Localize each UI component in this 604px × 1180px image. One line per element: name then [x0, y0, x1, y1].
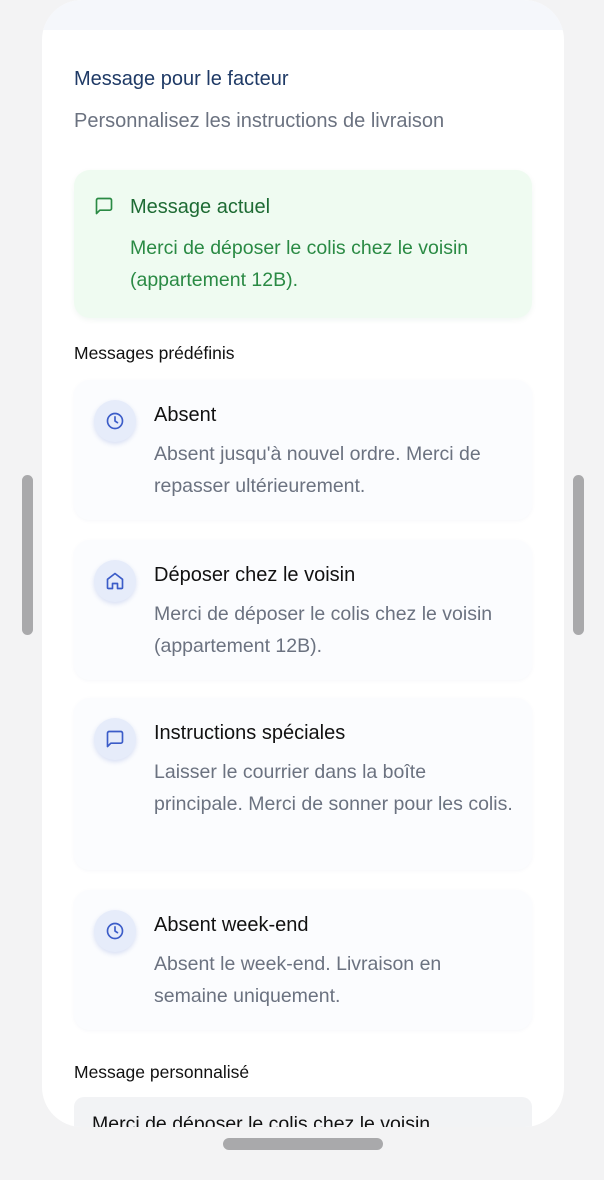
left-scrollbar[interactable] [22, 475, 33, 635]
custom-message-value: Merci de déposer le colis chez le voisin [92, 1113, 431, 1127]
current-message-text: Merci de déposer le colis chez le voisin… [130, 237, 469, 291]
message-square-icon [94, 718, 136, 760]
right-scrollbar[interactable] [573, 475, 584, 635]
clock-icon [94, 400, 136, 442]
predefined-message-title: Absent week-end [154, 914, 309, 936]
predefined-message-text: Merci de déposer le colis chez le voisin… [154, 603, 493, 657]
page-subtitle: Personnalisez les instructions de livrai… [74, 110, 445, 132]
clock-icon [94, 910, 136, 952]
message-square-icon [94, 196, 114, 216]
predefined-message-title: Déposer chez le voisin [154, 564, 356, 586]
custom-message-label: Message personnalisé [74, 1062, 250, 1082]
predefined-section-label: Messages prédéfinis [74, 343, 235, 363]
predefined-message-text: Absent le week-end. Livraison en semaine… [154, 953, 442, 1007]
home-icon [94, 560, 136, 602]
current-message-title: Message actuel [130, 196, 271, 218]
phone-screen: Message pour le facteur Personnalisez le… [42, 0, 564, 1127]
predefined-message-weekend[interactable]: Absent week-end Absent le week-end. Livr… [74, 890, 532, 1030]
home-indicator[interactable] [223, 1138, 383, 1150]
predefined-message-text: Laisser le courrier dans la boîte princi… [154, 761, 513, 815]
predefined-message-title: Absent [154, 404, 217, 426]
page-title: Message pour le facteur [74, 68, 289, 90]
predefined-message-neighbor[interactable]: Déposer chez le voisin Merci de déposer … [74, 540, 532, 680]
current-message-card: Message actuel Merci de déposer le colis… [74, 170, 532, 318]
predefined-message-text: Absent jusqu'à nouvel ordre. Merci de re… [154, 443, 481, 497]
custom-message-textarea[interactable]: Merci de déposer le colis chez le voisin [74, 1097, 532, 1127]
predefined-message-special[interactable]: Instructions spéciales Laisser le courri… [74, 698, 532, 870]
top-header-band [42, 0, 564, 30]
predefined-message-absent[interactable]: Absent Absent jusqu'à nouvel ordre. Merc… [74, 380, 532, 520]
predefined-message-title: Instructions spéciales [154, 722, 346, 744]
